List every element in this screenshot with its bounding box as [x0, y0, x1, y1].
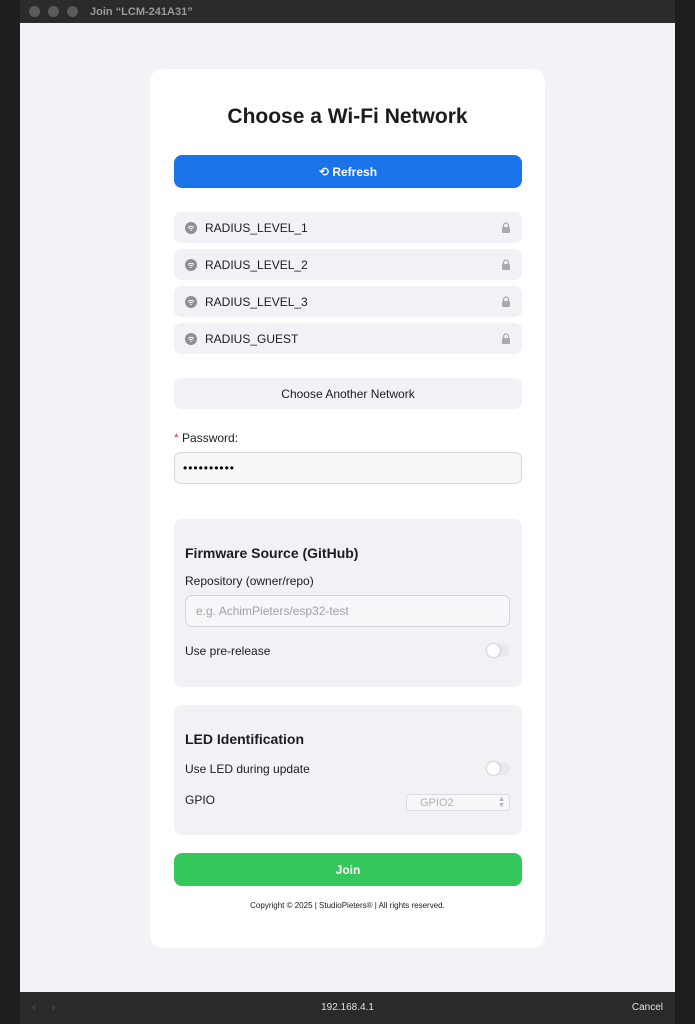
wifi-icon: [185, 332, 197, 345]
wifi-icon: [185, 295, 197, 308]
network-item[interactable]: RADIUS_GUEST: [174, 323, 522, 354]
lock-icon: [501, 333, 511, 344]
network-item[interactable]: RADIUS_LEVEL_3: [174, 286, 522, 317]
browser-window: Join “LCM-241A31” Choose a Wi-Fi Network…: [20, 0, 675, 1024]
lock-icon: [501, 259, 511, 270]
use-led-label: Use LED during update: [185, 762, 310, 776]
firmware-source-section: Firmware Source (GitHub) Repository (own…: [174, 519, 522, 687]
firmware-section-title: Firmware Source (GitHub): [185, 545, 359, 561]
required-marker: *: [174, 431, 179, 445]
use-led-toggle[interactable]: [487, 762, 510, 775]
network-item[interactable]: RADIUS_LEVEL_1: [174, 212, 522, 243]
repository-input[interactable]: e.g. AchimPieters/esp32-test: [185, 595, 510, 627]
network-name: RADIUS_LEVEL_2: [205, 257, 308, 272]
refresh-button[interactable]: ⟲ Refresh: [174, 155, 522, 188]
password-label: * Password:: [174, 431, 238, 445]
gpio-select[interactable]: GPIO2 ▲ ▼: [406, 794, 510, 811]
wifi-icon: [185, 258, 197, 271]
led-identification-section: LED Identification Use LED during update…: [174, 705, 522, 835]
choose-another-network-button[interactable]: Choose Another Network: [174, 378, 522, 409]
prerelease-label: Use pre-release: [185, 644, 271, 658]
lock-icon: [501, 222, 511, 233]
wifi-icon: [185, 221, 197, 234]
minimize-window-button[interactable]: [48, 6, 59, 17]
page-title: Choose a Wi-Fi Network: [227, 105, 468, 128]
prerelease-toggle[interactable]: [487, 644, 510, 657]
lock-icon: [501, 296, 511, 307]
network-name: RADIUS_GUEST: [205, 331, 299, 346]
url-display: 192.168.4.1: [321, 1002, 374, 1013]
window-title: Join “LCM-241A31”: [90, 5, 193, 18]
gpio-label: GPIO: [185, 793, 216, 807]
join-button[interactable]: Join: [174, 853, 522, 886]
browser-bottom-bar: ‹ › 192.168.4.1 Cancel: [20, 992, 675, 1024]
cancel-button[interactable]: Cancel: [632, 1002, 663, 1013]
repository-placeholder: e.g. AchimPieters/esp32-test: [196, 604, 349, 618]
password-label-text: Password:: [182, 431, 239, 445]
led-section-title: LED Identification: [185, 731, 304, 747]
network-name: RADIUS_LEVEL_3: [205, 294, 308, 309]
repository-label: Repository (owner/repo): [185, 574, 314, 588]
password-field[interactable]: ••••••••••: [174, 452, 522, 484]
network-item[interactable]: RADIUS_LEVEL_2: [174, 249, 522, 280]
title-bar: Join “LCM-241A31”: [20, 0, 675, 23]
wifi-setup-card: Choose a Wi-Fi Network ⟲ Refresh RADIUS_…: [150, 69, 545, 948]
password-value: ••••••••••: [183, 461, 236, 475]
gpio-selected-value: GPIO2: [420, 796, 454, 809]
copyright-text: Copyright © 2025 | StudioPieters® | All …: [250, 901, 445, 910]
select-arrows-icon: ▲ ▼: [498, 795, 505, 809]
zoom-window-button[interactable]: [67, 6, 78, 17]
network-name: RADIUS_LEVEL_1: [205, 220, 308, 235]
close-window-button[interactable]: [29, 6, 40, 17]
